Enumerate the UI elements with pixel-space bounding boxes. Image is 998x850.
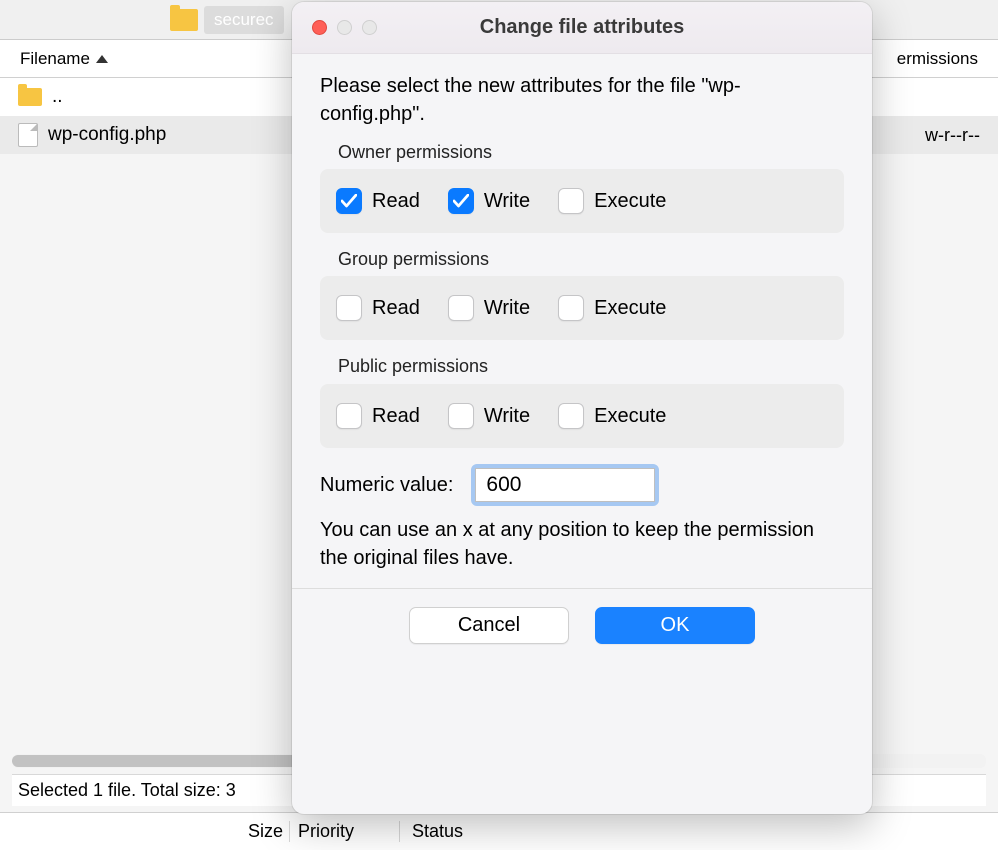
owner-read-checkbox[interactable] [336, 188, 362, 214]
public-execute-item: Execute [558, 402, 666, 430]
transfer-queue-headers: Size Priority Status [0, 812, 998, 850]
folder-icon [170, 9, 198, 31]
public-write-checkbox[interactable] [448, 403, 474, 429]
ok-button[interactable]: OK [595, 607, 755, 644]
file-permissions: w-r--r-- [925, 125, 980, 146]
read-label: Read [372, 402, 420, 430]
execute-label: Execute [594, 187, 666, 215]
folder-icon [18, 88, 42, 106]
write-label: Write [484, 187, 530, 215]
group-permissions-group: Read Write Execute [320, 276, 844, 340]
close-icon[interactable] [312, 20, 327, 35]
public-execute-checkbox[interactable] [558, 403, 584, 429]
group-write-checkbox[interactable] [448, 295, 474, 321]
column-permissions-label[interactable]: ermissions [897, 49, 978, 69]
maximize-icon[interactable] [362, 20, 377, 35]
execute-label: Execute [594, 294, 666, 322]
change-attributes-dialog: Change file attributes Please select the… [292, 2, 872, 814]
group-execute-item: Execute [558, 294, 666, 322]
public-permissions-label: Public permissions [338, 354, 844, 379]
public-permissions-group: Read Write Execute [320, 384, 844, 448]
owner-permissions-group: Read Write Execute [320, 169, 844, 233]
column-filename[interactable]: Filename [20, 49, 108, 69]
write-label: Write [484, 402, 530, 430]
owner-permissions-label: Owner permissions [338, 140, 844, 165]
owner-execute-item: Execute [558, 187, 666, 215]
dialog-titlebar: Change file attributes [292, 2, 872, 54]
status-text: Selected 1 file. Total size: 3 [18, 780, 236, 801]
numeric-value-row: Numeric value: [320, 464, 844, 506]
file-name: wp-config.php [48, 124, 166, 146]
dialog-body: Please select the new attributes for the… [292, 54, 872, 666]
dialog-buttons: Cancel OK [320, 589, 844, 666]
path-segment[interactable]: securec [204, 6, 284, 34]
file-name: .. [52, 86, 63, 108]
public-read-item: Read [336, 402, 420, 430]
read-label: Read [372, 187, 420, 215]
cancel-button[interactable]: Cancel [409, 607, 569, 644]
dialog-instruction: Please select the new attributes for the… [320, 72, 844, 128]
execute-label: Execute [594, 402, 666, 430]
window-controls [312, 20, 377, 35]
public-write-item: Write [448, 402, 530, 430]
group-write-item: Write [448, 294, 530, 322]
column-priority[interactable]: Priority [290, 821, 400, 842]
owner-write-item: Write [448, 187, 530, 215]
group-read-checkbox[interactable] [336, 295, 362, 321]
numeric-value-input[interactable] [475, 468, 655, 502]
file-icon [18, 123, 38, 147]
public-read-checkbox[interactable] [336, 403, 362, 429]
write-label: Write [484, 294, 530, 322]
group-permissions-label: Group permissions [338, 247, 844, 272]
column-status[interactable]: Status [400, 821, 463, 842]
group-execute-checkbox[interactable] [558, 295, 584, 321]
numeric-value-label: Numeric value: [320, 471, 453, 499]
numeric-input-focus-ring [471, 464, 659, 506]
owner-execute-checkbox[interactable] [558, 188, 584, 214]
column-size[interactable]: Size [230, 821, 290, 842]
owner-read-item: Read [336, 187, 420, 215]
read-label: Read [372, 294, 420, 322]
owner-write-checkbox[interactable] [448, 188, 474, 214]
dialog-title: Change file attributes [292, 16, 872, 39]
column-filename-label: Filename [20, 49, 90, 69]
group-read-item: Read [336, 294, 420, 322]
minimize-icon[interactable] [337, 20, 352, 35]
sort-ascending-icon [96, 55, 108, 63]
numeric-hint: You can use an x at any position to keep… [320, 516, 844, 572]
